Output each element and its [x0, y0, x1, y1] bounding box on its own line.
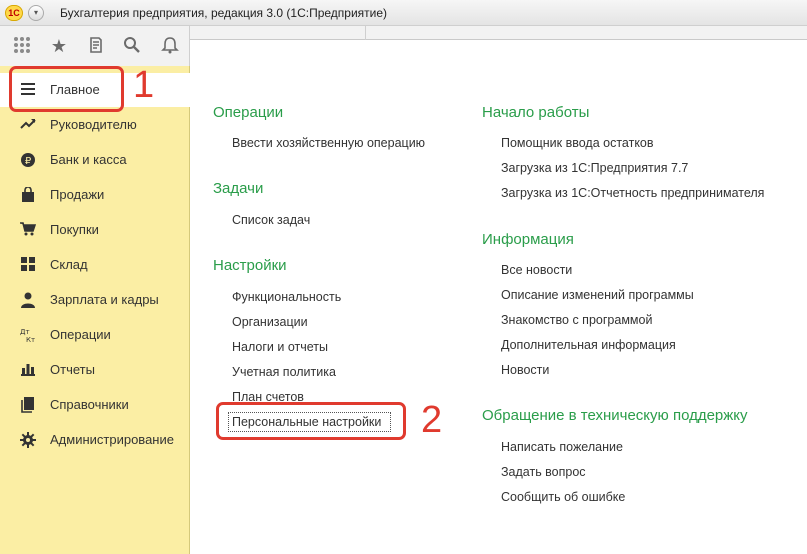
- annotation-number-2: 2: [421, 399, 443, 441]
- link-enter-operation[interactable]: Ввести хозяйственную операцию: [232, 136, 425, 150]
- gear-icon: [20, 432, 36, 448]
- section-title-info: Информация: [482, 231, 574, 248]
- cart-icon: [20, 222, 37, 238]
- link-accounting-policy[interactable]: Учетная политика: [232, 365, 336, 379]
- link-taxes-reports[interactable]: Налоги и отчеты: [232, 340, 328, 354]
- svg-text:Дт: Дт: [20, 328, 30, 336]
- sidebar-item-label: Администрирование: [50, 432, 174, 447]
- sidebar-item-label: Справочники: [50, 397, 129, 412]
- section-title-settings: Настройки: [213, 257, 287, 274]
- sidebar: Главное Руководителю ₽ Банк и касса Прод…: [0, 66, 190, 554]
- tab-separator: [365, 26, 366, 40]
- section-title-operations: Операции: [213, 104, 284, 121]
- section-title-support: Обращение в техническую поддержку: [482, 407, 748, 424]
- link-write-wish[interactable]: Написать пожелание: [501, 440, 623, 454]
- sidebar-item-label: Руководителю: [50, 117, 137, 132]
- warehouse-grid-icon: [20, 257, 36, 273]
- bell-icon[interactable]: [160, 36, 180, 56]
- annotation-number-1: 1: [133, 64, 155, 106]
- sidebar-item-manager[interactable]: Руководителю: [0, 108, 190, 142]
- sidebar-item-warehouse[interactable]: Склад: [0, 248, 190, 282]
- sidebar-item-purchases[interactable]: Покупки: [0, 213, 190, 247]
- link-organizations[interactable]: Организации: [232, 315, 308, 329]
- link-import-77[interactable]: Загрузка из 1С:Предприятия 7.7: [501, 161, 688, 175]
- main-content: Операции Ввести хозяйственную операцию З…: [191, 40, 807, 554]
- link-all-news[interactable]: Все новости: [501, 263, 572, 277]
- sidebar-item-label: Банк и касса: [50, 152, 127, 167]
- apps-grid-icon[interactable]: [12, 36, 32, 56]
- books-icon: [20, 397, 36, 413]
- sidebar-item-label: Отчеты: [50, 362, 95, 377]
- search-icon[interactable]: [122, 36, 142, 56]
- history-icon[interactable]: [86, 36, 106, 56]
- link-report-error[interactable]: Сообщить об ошибке: [501, 490, 625, 504]
- link-functionality[interactable]: Функциональность: [232, 290, 341, 304]
- sidebar-item-salary[interactable]: Зарплата и кадры: [0, 283, 190, 317]
- annotation-box-2: [216, 402, 406, 440]
- sidebar-item-directories[interactable]: Справочники: [0, 388, 190, 422]
- ruble-coin-icon: ₽: [20, 152, 36, 168]
- sidebar-item-sales[interactable]: Продажи: [0, 178, 190, 212]
- app-logo: 1С: [5, 5, 23, 21]
- link-task-list[interactable]: Список задач: [232, 213, 310, 227]
- debit-credit-icon: Дт Кт: [20, 327, 36, 344]
- sidebar-item-label: Продажи: [50, 187, 105, 202]
- section-title-tasks: Задачи: [213, 180, 264, 197]
- sidebar-item-reports[interactable]: Отчеты: [0, 353, 190, 387]
- section-title-start: Начало работы: [482, 104, 590, 121]
- window-title: Бухгалтерия предприятия, редакция 3.0 (1…: [60, 6, 388, 20]
- sidebar-item-label: Зарплата и кадры: [50, 292, 159, 307]
- tab-strip: [190, 26, 807, 40]
- bar-chart-icon: [20, 362, 36, 378]
- title-bar: 1С ▾ Бухгалтерия предприятия, редакция 3…: [0, 0, 807, 26]
- link-import-entrepreneur[interactable]: Загрузка из 1С:Отчетность предпринимател…: [501, 186, 764, 200]
- sidebar-item-bank[interactable]: ₽ Банк и касса: [0, 143, 190, 177]
- link-extra-info[interactable]: Дополнительная информация: [501, 338, 676, 352]
- star-icon[interactable]: ★: [49, 36, 69, 56]
- toolbar: ★: [0, 26, 190, 66]
- link-news[interactable]: Новости: [501, 363, 549, 377]
- person-icon: [20, 292, 36, 308]
- sidebar-item-admin[interactable]: Администрирование: [0, 423, 190, 457]
- sidebar-item-label: Операции: [50, 327, 111, 342]
- sidebar-item-label: Покупки: [50, 222, 99, 237]
- link-ask-question[interactable]: Задать вопрос: [501, 465, 586, 479]
- link-balance-wizard[interactable]: Помощник ввода остатков: [501, 136, 654, 150]
- svg-text:₽: ₽: [25, 156, 32, 167]
- trend-up-icon: [20, 117, 36, 133]
- link-intro[interactable]: Знакомство с программой: [501, 313, 652, 327]
- sidebar-item-label: Склад: [50, 257, 88, 272]
- svg-text:Кт: Кт: [26, 336, 35, 343]
- shopping-bag-icon: [20, 186, 36, 203]
- main-menu-button[interactable]: ▾: [28, 5, 44, 21]
- link-changes[interactable]: Описание изменений программы: [501, 288, 694, 302]
- annotation-box-1: [9, 66, 124, 112]
- sidebar-item-operations[interactable]: Дт Кт Операции: [0, 318, 190, 352]
